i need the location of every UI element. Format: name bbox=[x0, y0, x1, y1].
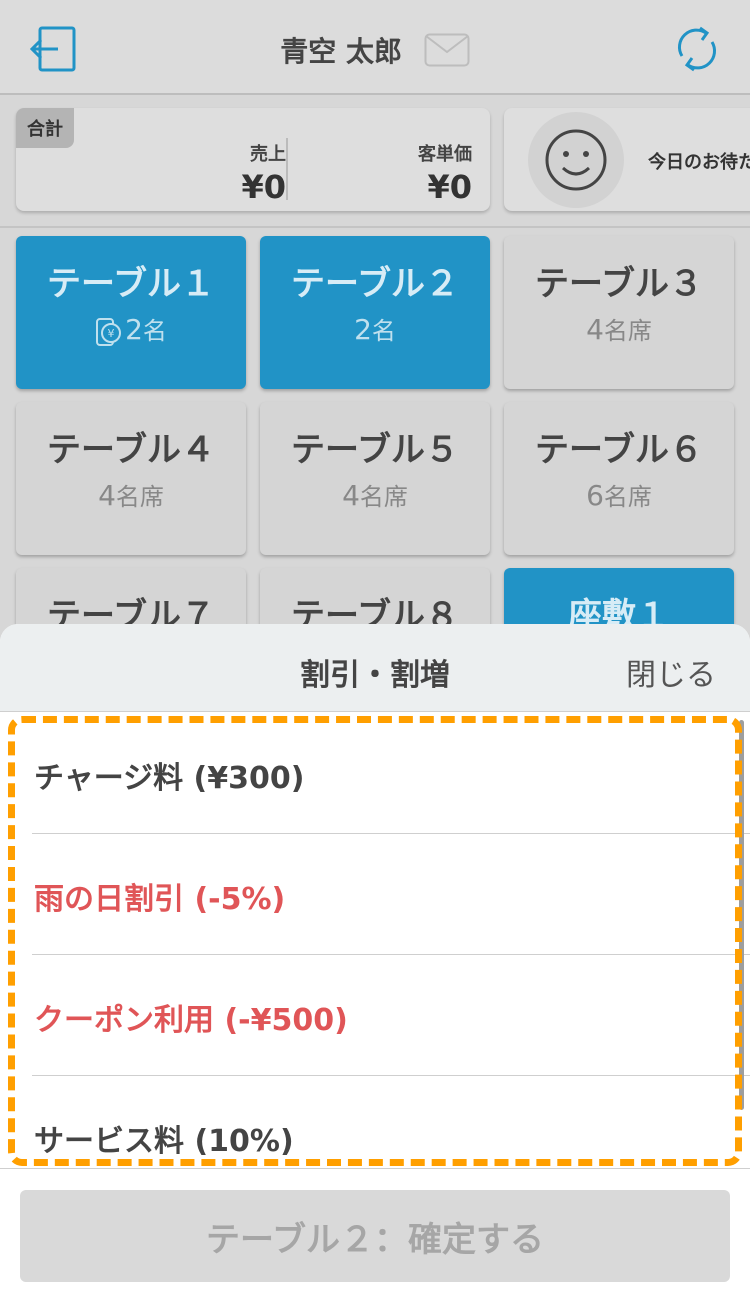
table-name: テーブル２ bbox=[291, 264, 459, 304]
seat-unit: 名席 bbox=[603, 317, 652, 345]
table-tile-1[interactable]: テーブル１ ¥ 2名 bbox=[16, 236, 246, 389]
discount-sheet: 割引・割増 閉じる チャージ料 (¥300) 雨の日割引 (-5%) クーポン利… bbox=[0, 624, 750, 1300]
table-name: テーブル６ bbox=[535, 430, 703, 470]
total-tag: 合計 bbox=[16, 108, 74, 148]
app-header: 青空 太郎 bbox=[0, 0, 750, 95]
sales-column: 売上 ¥0 bbox=[136, 140, 286, 206]
sheet-divider bbox=[0, 1168, 750, 1169]
sales-value: ¥0 bbox=[241, 168, 286, 206]
seat-unit: 名席 bbox=[115, 483, 164, 511]
seat-count: 4 bbox=[586, 313, 604, 346]
seat-unit: 名席 bbox=[603, 483, 652, 511]
seat-count: 4 bbox=[342, 479, 360, 512]
table-seats: 6名席 bbox=[504, 477, 734, 512]
average-value: ¥0 bbox=[427, 168, 472, 206]
seat-count: 6 bbox=[586, 479, 604, 512]
table-tile-2[interactable]: テーブル２ 2名 bbox=[260, 236, 490, 389]
table-seats: ¥ 2名 bbox=[16, 311, 246, 347]
table-tile-3[interactable]: テーブル３ 4名席 bbox=[504, 236, 734, 389]
sales-label: 売上 bbox=[250, 144, 286, 165]
list-scrollbar[interactable] bbox=[739, 720, 744, 1110]
table-tile-4[interactable]: テーブル４ 4名席 bbox=[16, 402, 246, 555]
table-seats: 4名席 bbox=[16, 477, 246, 512]
seat-count: 2 bbox=[125, 313, 143, 346]
table-name: テーブル１ bbox=[47, 264, 215, 304]
svg-text:¥: ¥ bbox=[108, 327, 115, 340]
waiting-card[interactable]: 今日のお待た bbox=[504, 108, 750, 211]
sales-summary-card: 合計 売上 ¥0 客単価 ¥0 bbox=[16, 108, 490, 211]
table-tile-5[interactable]: テーブル５ 4名席 bbox=[260, 402, 490, 555]
sheet-header: 割引・割増 閉じる bbox=[0, 624, 750, 712]
seat-unit: 名 bbox=[142, 317, 167, 345]
table-name: テーブル５ bbox=[291, 430, 459, 470]
list-item-label: クーポン利用 (-¥500) bbox=[34, 1003, 348, 1038]
smile-face-icon bbox=[528, 112, 624, 208]
average-label: 客単価 bbox=[418, 144, 472, 165]
seat-count: 2 bbox=[354, 313, 372, 346]
adjustment-list: チャージ料 (¥300) 雨の日割引 (-5%) クーポン利用 (-¥500) … bbox=[0, 713, 750, 1168]
list-item[interactable]: クーポン利用 (-¥500) bbox=[32, 955, 750, 1076]
seat-count: 4 bbox=[98, 479, 116, 512]
table-seats: 4名席 bbox=[260, 477, 490, 512]
seat-unit: 名 bbox=[371, 317, 396, 345]
table-seats: 2名 bbox=[260, 311, 490, 346]
user-name-area: 青空 太郎 bbox=[0, 30, 750, 70]
table-name: テーブル３ bbox=[535, 264, 703, 304]
table-name: テーブル４ bbox=[47, 430, 215, 470]
list-item-label: 雨の日割引 (-5%) bbox=[34, 882, 286, 917]
list-item[interactable]: 雨の日割引 (-5%) bbox=[32, 834, 750, 955]
list-item-label: サービス料 (10%) bbox=[34, 1124, 294, 1159]
waiting-label: 今日のお待た bbox=[648, 152, 750, 173]
list-item-label: チャージ料 (¥300) bbox=[34, 761, 305, 796]
section-divider bbox=[0, 226, 750, 228]
payment-pending-icon: ¥ bbox=[96, 318, 122, 346]
refresh-icon[interactable] bbox=[674, 26, 720, 72]
user-name: 青空 太郎 bbox=[280, 35, 402, 68]
close-button[interactable]: 閉じる bbox=[626, 650, 716, 694]
list-item[interactable]: サービス料 (10%) bbox=[32, 1076, 750, 1197]
table-seats: 4名席 bbox=[504, 311, 734, 346]
summary-divider bbox=[286, 138, 288, 200]
confirm-button[interactable]: テーブル２：確定する bbox=[20, 1190, 730, 1282]
table-tile-6[interactable]: テーブル６ 6名席 bbox=[504, 402, 734, 555]
list-item[interactable]: チャージ料 (¥300) bbox=[32, 713, 750, 834]
mail-icon[interactable] bbox=[424, 33, 470, 67]
seat-unit: 名席 bbox=[359, 483, 408, 511]
average-column: 客単価 ¥0 bbox=[316, 140, 472, 206]
